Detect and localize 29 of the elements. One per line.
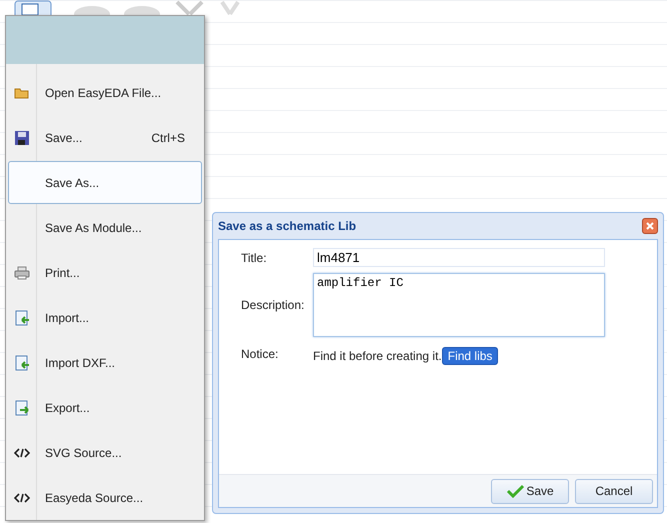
- field-label: Description:: [241, 298, 306, 312]
- menu-item[interactable]: Import DXF...: [8, 341, 202, 384]
- menu-item[interactable]: SVG Source...: [8, 431, 202, 474]
- dialog-title: Save as a schematic Lib: [218, 219, 356, 233]
- menu-item[interactable]: Easyeda Source...: [8, 476, 202, 519]
- find-libs-button[interactable]: Find libs: [442, 347, 498, 365]
- menu-item[interactable]: Import...: [8, 296, 202, 339]
- close-button[interactable]: [642, 218, 658, 234]
- menu-item[interactable]: Open EasyEDA File...: [8, 71, 202, 114]
- title-field[interactable]: lm4871: [313, 248, 605, 267]
- menu-item[interactable]: Save As...: [8, 161, 202, 204]
- menu-item[interactable]: Print...: [8, 251, 202, 294]
- printer-icon: [14, 264, 30, 280]
- export-icon: [14, 400, 30, 416]
- import-icon: [14, 354, 30, 370]
- import-icon: [14, 310, 30, 326]
- notice-text: Find it before creating it.: [313, 349, 442, 363]
- close-icon: [645, 221, 655, 231]
- save-button[interactable]: Save: [491, 478, 569, 504]
- shortcut-label: Ctrl+S: [151, 130, 185, 144]
- check-icon: [506, 484, 524, 498]
- menu-item[interactable]: Save... Ctrl+S: [8, 116, 202, 159]
- field-label: Title:: [241, 250, 268, 264]
- description-field[interactable]: amplifier IC: [313, 273, 605, 337]
- menu-item[interactable]: Save As Module...: [8, 206, 202, 249]
- document-icon[interactable]: [14, 0, 52, 15]
- field-label: Notice:: [241, 347, 280, 361]
- menu-item[interactable]: Export...: [8, 386, 202, 429]
- cancel-button[interactable]: Cancel: [575, 478, 653, 504]
